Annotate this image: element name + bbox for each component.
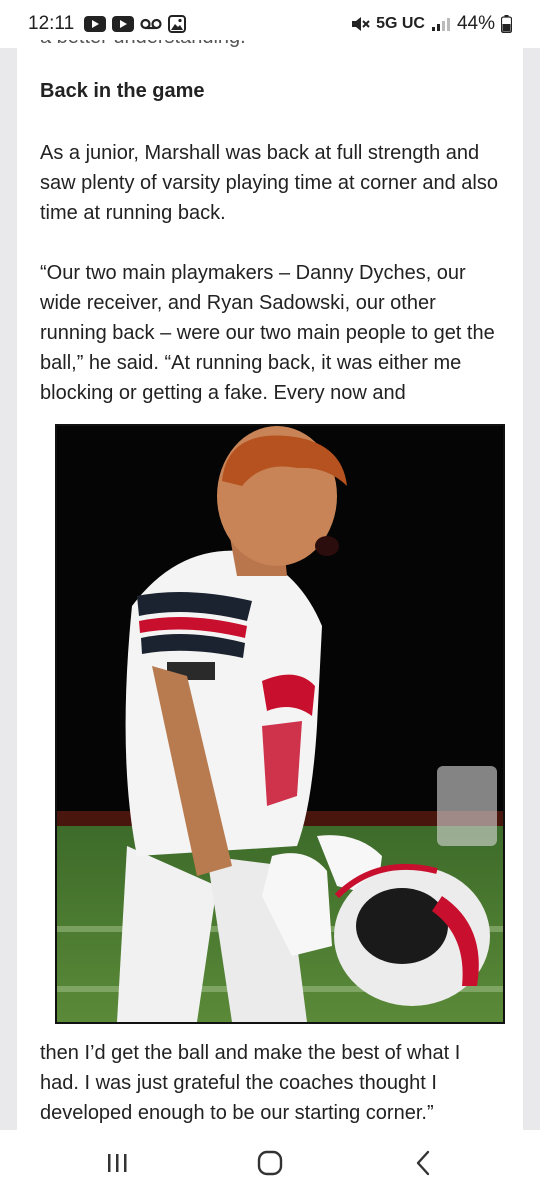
article-paragraph: As a junior, Marshall was back at full s… bbox=[40, 142, 498, 224]
youtube-icon bbox=[112, 16, 135, 32]
article-paragraph: “Our two main playmakers – Danny Dyches,… bbox=[40, 262, 495, 404]
football-player-illustration bbox=[57, 426, 503, 1022]
article-card: a better understanding. Back in the game… bbox=[17, 40, 523, 1130]
youtube-icon bbox=[84, 16, 107, 32]
section-heading: Back in the game bbox=[40, 80, 205, 102]
article-paragraph: then I’d get the ball and make the best … bbox=[40, 1042, 461, 1124]
signal-icon bbox=[431, 16, 451, 32]
battery-icon bbox=[501, 15, 512, 33]
voicemail-icon bbox=[140, 17, 162, 31]
status-time: 12:11 bbox=[28, 13, 75, 34]
network-type: 5G UC bbox=[376, 15, 425, 32]
article-photo[interactable] bbox=[55, 424, 505, 1024]
home-icon bbox=[257, 1150, 283, 1181]
status-bar-right: 5G UC 44% bbox=[350, 13, 512, 35]
navigation-bar bbox=[0, 1130, 540, 1200]
back-button[interactable] bbox=[383, 1135, 463, 1195]
battery-percent: 44% bbox=[456, 13, 495, 34]
gallery-icon bbox=[168, 15, 187, 33]
home-button[interactable] bbox=[230, 1135, 310, 1195]
recent-apps-icon bbox=[105, 1151, 129, 1180]
recent-apps-button[interactable] bbox=[77, 1135, 157, 1195]
mute-icon bbox=[350, 15, 370, 33]
back-icon bbox=[413, 1150, 433, 1181]
status-bar-left: 12:11 bbox=[28, 13, 187, 35]
cut-off-text-line: a better understanding. bbox=[40, 40, 246, 49]
